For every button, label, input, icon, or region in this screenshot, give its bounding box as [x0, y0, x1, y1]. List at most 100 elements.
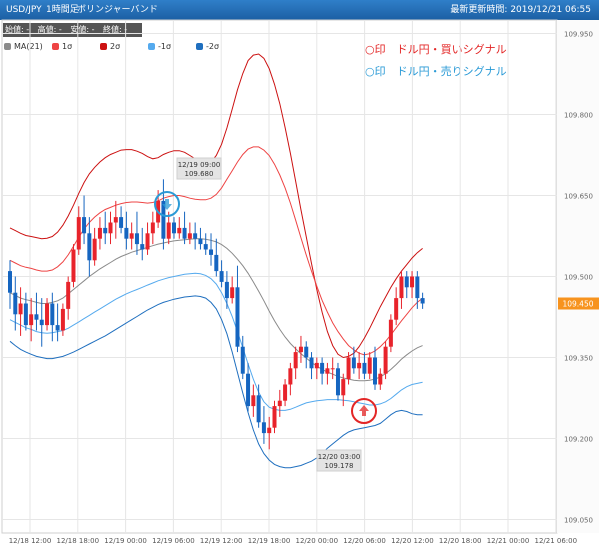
x-tick-label: 12/19 18:00: [248, 537, 291, 545]
candle-down: [320, 362, 325, 374]
candle-up: [272, 406, 277, 428]
candle-up: [66, 281, 71, 309]
up-arrow-icon: [359, 405, 369, 416]
y-tick-label: 109.350: [564, 355, 593, 363]
candle-up: [76, 217, 81, 250]
candle-up: [71, 249, 76, 282]
candle-down: [198, 238, 203, 245]
candle-up: [129, 233, 134, 239]
candle-up: [251, 395, 256, 407]
candle-down: [193, 233, 198, 239]
candle-up: [288, 368, 293, 385]
x-tick-label: 12/19 12:00: [200, 537, 243, 545]
candle-up: [230, 287, 235, 299]
candle-up: [150, 222, 155, 234]
candle-up: [108, 222, 113, 234]
candle-down: [219, 271, 224, 282]
candle-down: [256, 395, 261, 423]
current-price-label: 109.450: [562, 300, 593, 309]
candle-down: [171, 222, 176, 234]
candle-up: [378, 373, 383, 385]
candle-down: [209, 249, 214, 255]
candle-down: [415, 276, 420, 299]
candle-up: [346, 357, 351, 380]
candle-down: [87, 233, 92, 261]
x-tick-label: 12/18 12:00: [9, 537, 52, 545]
candle-up: [267, 427, 272, 434]
y-tick-label: 109.650: [564, 193, 593, 201]
candle-down: [420, 298, 425, 304]
candle-down: [214, 254, 219, 272]
annotation-price: 109.680: [185, 170, 214, 178]
y-tick-label: 109.800: [564, 112, 593, 120]
candle-up: [325, 368, 330, 374]
x-tick-label: 12/20 12:00: [391, 537, 434, 545]
candle-down: [203, 244, 208, 250]
candle-down: [182, 227, 187, 239]
candle-up: [29, 314, 34, 326]
candle-up: [166, 222, 171, 239]
candle-down: [124, 227, 129, 239]
candle-down: [23, 303, 28, 326]
x-tick-label: 12/20 06:00: [343, 537, 386, 545]
candle-down: [134, 233, 139, 245]
candle-up: [388, 319, 393, 347]
candle-up: [60, 308, 65, 331]
annotation-price: 109.178: [325, 462, 354, 470]
candle-down: [351, 357, 356, 369]
candle-down: [55, 325, 60, 331]
upper-2sigma-line: [9, 53, 423, 359]
candle-down: [362, 362, 367, 374]
candle-down: [261, 422, 266, 434]
x-tick-label: 12/18 18:00: [57, 537, 100, 545]
candle-up: [394, 298, 399, 320]
x-tick-label: 12/21 00:00: [487, 537, 530, 545]
candle-down: [119, 217, 124, 228]
candle-up: [298, 346, 303, 353]
candle-up: [357, 362, 362, 369]
candle-down: [140, 244, 145, 250]
candle-up: [177, 227, 182, 234]
candle-down: [103, 227, 108, 234]
y-tick-label: 109.500: [564, 274, 593, 282]
lower-1sigma-line: [9, 272, 423, 411]
candle-up: [92, 238, 97, 261]
candle-down: [13, 292, 18, 315]
candle-down: [304, 346, 309, 358]
candle-up: [293, 352, 298, 369]
candle-up: [367, 357, 372, 374]
candle-up: [145, 233, 150, 250]
candle-up: [187, 233, 192, 239]
candle-up: [283, 384, 288, 401]
x-tick-label: 12/20 00:00: [296, 537, 339, 545]
x-tick-label: 12/19 06:00: [152, 537, 195, 545]
candle-down: [39, 319, 44, 326]
candle-down: [240, 346, 245, 374]
candle-down: [404, 276, 409, 288]
candle-down: [34, 314, 39, 320]
price-chart[interactable]: 109.050 109.200 109.350 109.500 109.650 109.8…: [0, 0, 599, 545]
candle-down: [235, 287, 240, 347]
y-tick-label: 109.950: [564, 31, 593, 39]
candle-up: [314, 362, 319, 369]
annotation-date: 12/19 09:00: [178, 161, 221, 169]
candle-down: [335, 368, 340, 396]
candle-down: [246, 373, 251, 407]
candle-down: [373, 357, 378, 385]
candle-up: [341, 379, 346, 396]
candle-up: [113, 217, 118, 223]
candle-down: [82, 217, 87, 234]
candle-up: [330, 368, 335, 370]
y-tick-label: 109.200: [564, 436, 593, 444]
x-tick-label: 12/20 18:00: [439, 537, 482, 545]
candle-up: [399, 276, 404, 299]
candle-up: [383, 346, 388, 374]
candle-up: [97, 227, 102, 239]
x-tick-label: 12/21 06:00: [535, 537, 578, 545]
y-tick-label: 109.050: [564, 517, 593, 525]
lower-2sigma-line: [9, 295, 423, 469]
candle-up: [18, 303, 23, 315]
candle-up: [410, 276, 415, 288]
candle-down: [309, 357, 314, 369]
candle-up: [45, 303, 50, 326]
